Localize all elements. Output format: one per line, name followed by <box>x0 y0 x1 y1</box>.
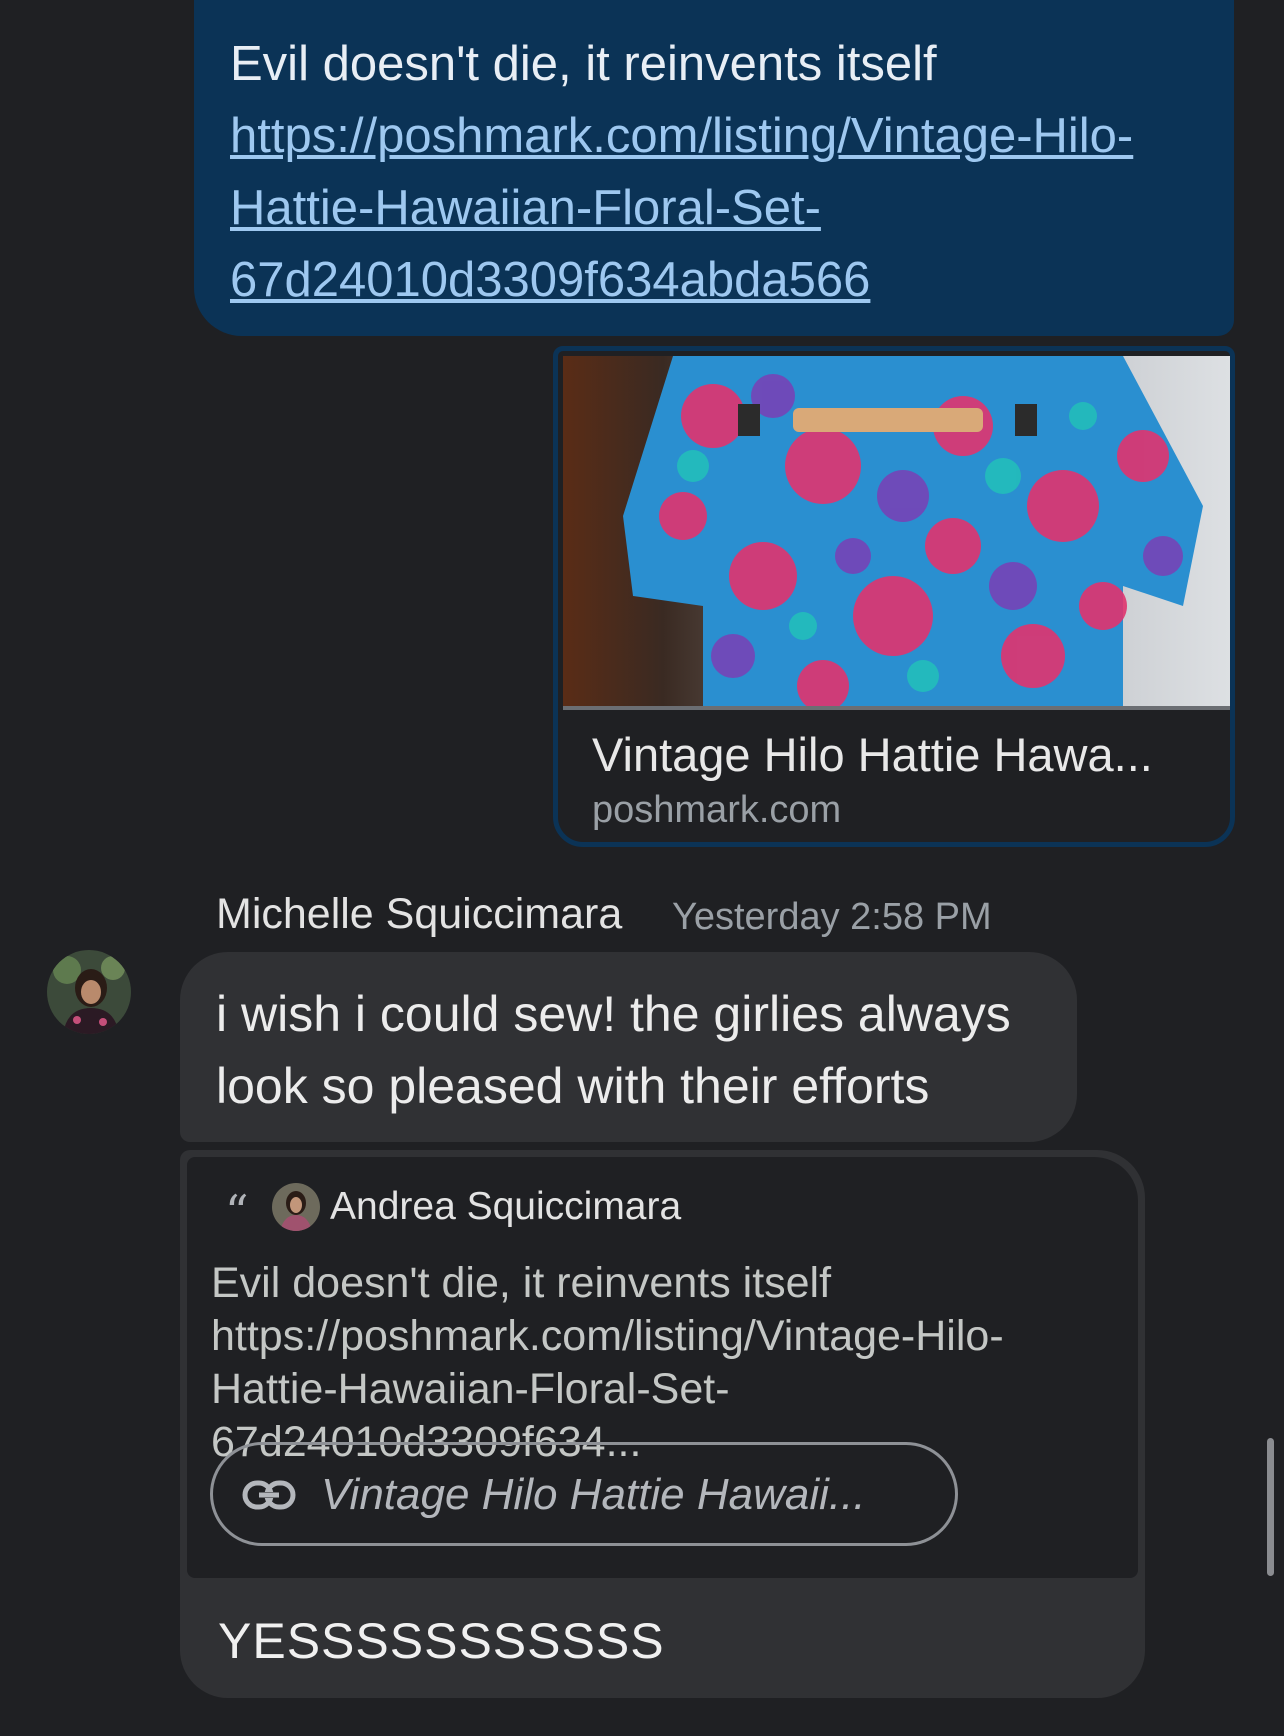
sent-message-text: Evil doesn't die, it reinvents itself ht… <box>230 28 1198 316</box>
link-preview-title: Vintage Hilo Hattie Hawa... <box>592 728 1153 781</box>
received-message-text: i wish i could sew! the girlies always l… <box>216 986 1011 1114</box>
reply-text: YESSSSSSSSSSS <box>218 1613 665 1669</box>
quoted-message[interactable]: “ Andrea Squiccimara Evil doesn't die, i… <box>187 1157 1138 1578</box>
quote-icon: “ <box>225 1185 249 1239</box>
sent-message-body: Evil doesn't die, it reinvents itself <box>230 37 937 91</box>
sent-message-link[interactable]: https://poshmark.com/listing/Vintage-Hil… <box>230 109 1133 307</box>
quoted-author-name: Andrea Squiccimara <box>330 1185 682 1228</box>
link-preview-card[interactable]: Vintage Hilo Hattie Hawa... poshmark.com <box>553 346 1235 847</box>
link-chip[interactable]: Vintage Hilo Hattie Hawaii... <box>210 1442 958 1546</box>
sender-name[interactable]: Michelle Squiccimara <box>216 890 622 939</box>
link-preview-domain: poshmark.com <box>592 789 842 831</box>
quoted-author-avatar <box>272 1183 320 1231</box>
avatar[interactable] <box>47 950 131 1034</box>
quoted-text: Evil doesn't die, it reinvents itself ht… <box>211 1259 1004 1466</box>
link-preview-image <box>563 356 1230 710</box>
link-icon <box>242 1480 296 1510</box>
received-message-bubble[interactable]: i wish i could sew! the girlies always l… <box>180 952 1077 1142</box>
sent-message-bubble[interactable]: Evil doesn't die, it reinvents itself ht… <box>194 0 1234 336</box>
scrollbar[interactable] <box>1267 1438 1274 1576</box>
link-chip-label: Vintage Hilo Hattie Hawaii... <box>321 1470 866 1519</box>
message-timestamp: Yesterday 2:58 PM <box>672 896 992 938</box>
reply-message-bubble[interactable]: “ Andrea Squiccimara Evil doesn't die, i… <box>180 1150 1145 1698</box>
